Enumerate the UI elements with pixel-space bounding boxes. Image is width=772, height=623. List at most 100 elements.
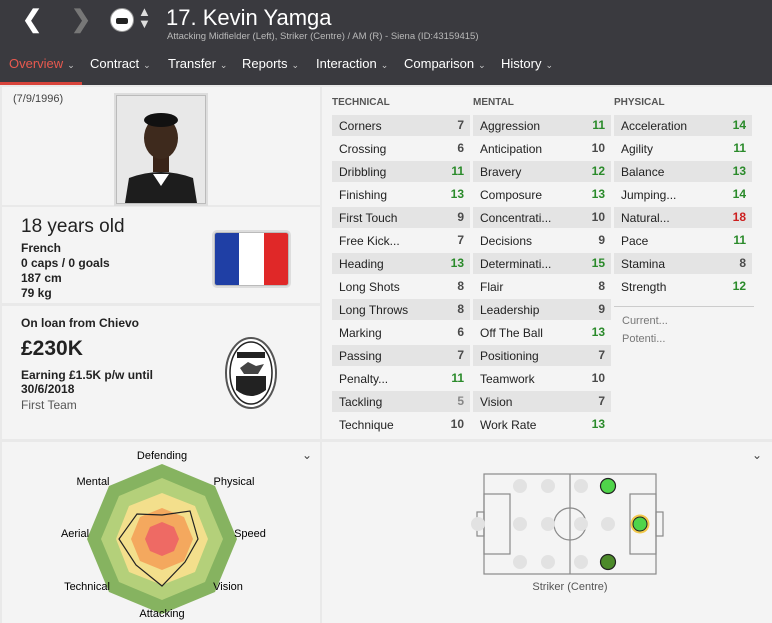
attribute-row-physical[interactable]: Balance 13 — [614, 161, 752, 182]
attribute-row-technical[interactable]: Corners 7 — [332, 115, 470, 136]
attribute-row-mental[interactable]: Aggression 11 — [473, 115, 611, 136]
chevron-down-icon: ⌄ — [291, 60, 300, 70]
attribute-name: Tackling — [339, 395, 383, 409]
player-positions-subtitle: Attacking Midfielder (Left), Striker (Ce… — [167, 31, 479, 42]
tab-interaction[interactable]: Interaction ⌄ — [316, 56, 388, 71]
forward-arrow-icon[interactable]: ❯ — [71, 8, 91, 32]
attribute-name: Passing — [339, 349, 382, 363]
squad-status[interactable]: First Team — [21, 398, 77, 412]
attribute-value: 14 — [732, 187, 746, 201]
attribute-row-mental[interactable]: Bravery 12 — [473, 161, 611, 182]
attribute-row-technical[interactable]: Marking 6 — [332, 322, 470, 343]
attribute-row-mental[interactable]: Concentrati... 10 — [473, 207, 611, 228]
tab-overview[interactable]: Overview ⌄ — [9, 56, 75, 71]
tab-contract[interactable]: Contract ⌄ — [90, 56, 151, 71]
attribute-name: Finishing — [339, 188, 388, 202]
chevron-down-icon: ⌄ — [478, 60, 486, 70]
attribute-row-physical[interactable]: Jumping... 14 — [614, 184, 752, 205]
attribute-row-technical[interactable]: Long Shots 8 — [332, 276, 470, 297]
tab-transfer[interactable]: Transfer ⌄ — [168, 56, 227, 71]
attribute-value: 11 — [451, 164, 464, 178]
tab-reports[interactable]: Reports ⌄ — [242, 56, 299, 71]
current-ability-label[interactable]: Current... — [622, 315, 668, 327]
wage-line-1: Earning £1.5K p/w until — [21, 368, 154, 382]
attribute-row-technical[interactable]: First Touch 9 — [332, 207, 470, 228]
attribute-value: 13 — [591, 417, 605, 431]
attribute-name: Crossing — [339, 142, 387, 156]
club-crest-icon[interactable] — [110, 8, 134, 32]
attribute-row-technical[interactable]: Tackling 5 — [332, 391, 470, 412]
attribute-row-technical[interactable]: Passing 7 — [332, 345, 470, 366]
attribute-name: Balance — [621, 165, 665, 179]
attribute-name: Technique — [339, 418, 394, 432]
attribute-row-mental[interactable]: Vision 7 — [473, 391, 611, 412]
attribute-row-mental[interactable]: Determinati... 15 — [473, 253, 611, 274]
attribute-row-mental[interactable]: Work Rate 13 — [473, 414, 611, 435]
nationality-flag[interactable] — [214, 232, 289, 286]
attribute-row-physical[interactable]: Pace 11 — [614, 230, 752, 251]
attribute-row-mental[interactable]: Composure 13 — [473, 184, 611, 205]
attribute-value: 14 — [732, 118, 746, 132]
attribute-value: 10 — [591, 210, 605, 224]
attribute-value: 10 — [591, 371, 605, 385]
attribute-value: 7 — [457, 118, 464, 132]
flag-stripe-white — [239, 233, 264, 285]
player-age: 18 years old — [21, 216, 125, 237]
attribute-row-mental[interactable]: Teamwork 10 — [473, 368, 611, 389]
attribute-name: Positioning — [480, 349, 539, 363]
attribute-row-technical[interactable]: Penalty... 11 — [332, 368, 470, 389]
physical-heading: PHYSICAL — [614, 97, 665, 108]
attribute-name: Marking — [339, 326, 382, 340]
attribute-value: 10 — [450, 417, 464, 431]
back-arrow-icon[interactable]: ❮ — [22, 8, 42, 32]
attribute-row-physical[interactable]: Strength 12 — [614, 276, 752, 297]
attribute-name: Anticipation — [480, 142, 543, 156]
attribute-value: 5 — [457, 394, 464, 408]
attribute-row-technical[interactable]: Heading 13 — [332, 253, 470, 274]
attribute-value: 8 — [457, 302, 464, 316]
attribute-row-mental[interactable]: Positioning 7 — [473, 345, 611, 366]
attribute-value: 18 — [732, 210, 746, 224]
attribute-row-technical[interactable]: Technique 10 — [332, 414, 470, 435]
attribute-value: 10 — [591, 141, 605, 155]
attribute-value: 7 — [598, 348, 605, 362]
attribute-row-physical[interactable]: Natural... 18 — [614, 207, 752, 228]
radar-label-mental: Mental — [76, 476, 109, 488]
pitch-position-label: Striker (Centre) — [532, 581, 607, 593]
potential-ability-label[interactable]: Potenti... — [622, 333, 665, 345]
attribute-row-mental[interactable]: Off The Ball 13 — [473, 322, 611, 343]
date-of-birth: (7/9/1996) — [13, 93, 64, 105]
attribute-name: Strength — [621, 280, 667, 294]
attribute-value: 13 — [591, 325, 605, 339]
chevron-down-icon: ⌄ — [143, 60, 151, 70]
attribute-name: Long Throws — [339, 303, 409, 317]
up-down-arrows-icon[interactable]: ▲ ▼ — [138, 5, 151, 30]
attribute-row-technical[interactable]: Finishing 13 — [332, 184, 470, 205]
flag-stripe-blue — [215, 233, 240, 285]
attribute-name: Teamwork — [480, 372, 535, 386]
club-badge-icon[interactable] — [224, 336, 278, 410]
attribute-row-physical[interactable]: Agility 11 — [614, 138, 752, 159]
attribute-row-technical[interactable]: Free Kick... 7 — [332, 230, 470, 251]
attribute-row-physical[interactable]: Stamina 8 — [614, 253, 752, 274]
tab-history[interactable]: History ⌄ — [501, 56, 553, 71]
attribute-name: Agility — [621, 142, 654, 156]
attribute-row-physical[interactable]: Acceleration 14 — [614, 115, 752, 136]
attribute-row-mental[interactable]: Flair 8 — [473, 276, 611, 297]
chevron-down-icon: ⌄ — [67, 60, 75, 70]
attribute-value: 9 — [598, 302, 605, 316]
attribute-name: Aggression — [480, 119, 541, 133]
attribute-row-technical[interactable]: Long Throws 8 — [332, 299, 470, 320]
attribute-row-mental[interactable]: Decisions 9 — [473, 230, 611, 251]
attribute-value: 12 — [732, 279, 746, 293]
attribute-row-mental[interactable]: Leadership 9 — [473, 299, 611, 320]
chevron-down-icon: ⌄ — [545, 60, 553, 70]
attribute-name: Composure — [480, 188, 543, 202]
tab-comparison[interactable]: Comparison ⌄ — [404, 56, 486, 71]
attribute-value: 6 — [457, 325, 464, 339]
attribute-row-mental[interactable]: Anticipation 10 — [473, 138, 611, 159]
attribute-row-technical[interactable]: Crossing 6 — [332, 138, 470, 159]
radar-label-physical: Physical — [214, 476, 255, 488]
attribute-row-technical[interactable]: Dribbling 11 — [332, 161, 470, 182]
player-weight: 79 kg — [21, 286, 52, 300]
